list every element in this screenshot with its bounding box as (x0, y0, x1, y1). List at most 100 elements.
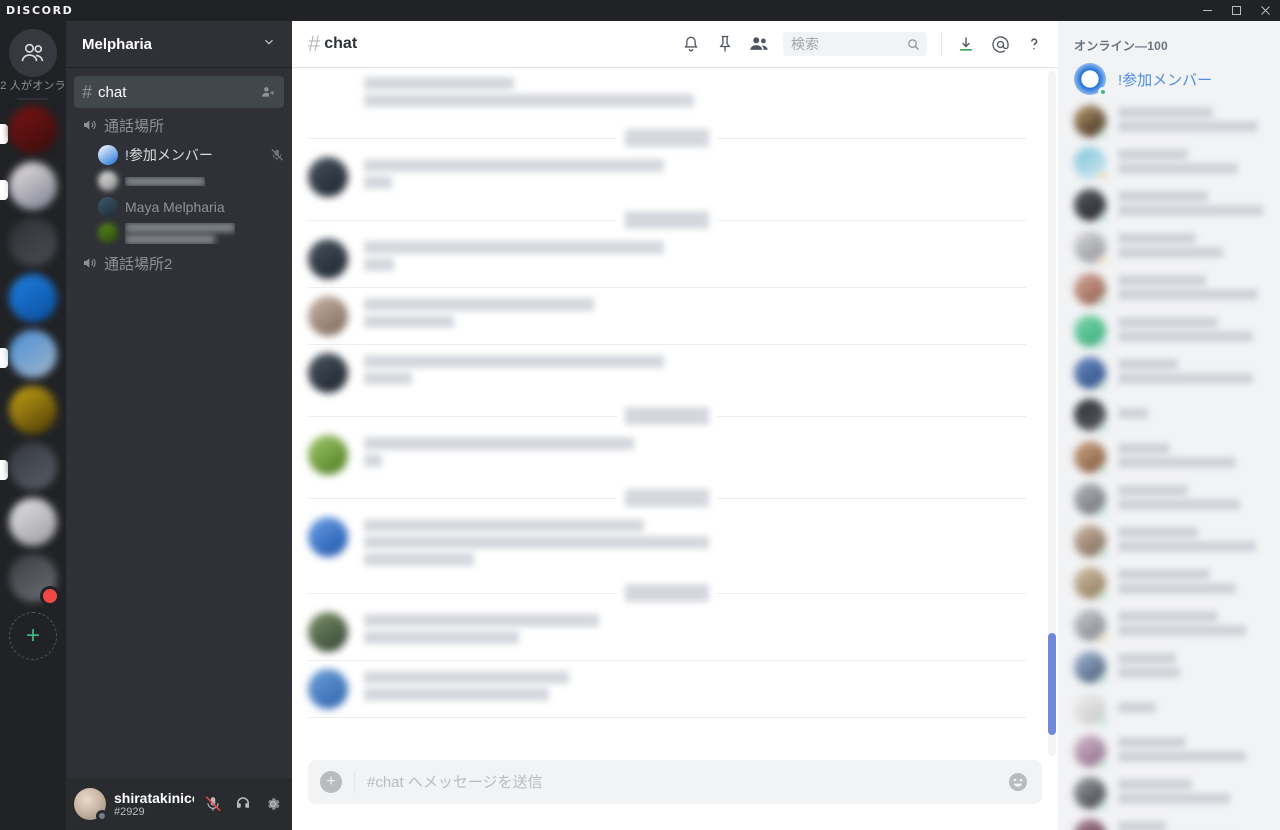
status-badge (1098, 675, 1108, 685)
user-identity[interactable]: shiratakinico2 #2929 (114, 790, 194, 819)
server-avatar[interactable] (9, 442, 57, 490)
guild-header[interactable]: Melpharia (66, 21, 292, 67)
server-rail[interactable]: 2 人がオンラ + (0, 21, 66, 830)
member-list-item[interactable] (1058, 646, 1280, 688)
member-list-item[interactable] (1058, 394, 1280, 436)
maximize-icon[interactable] (1222, 0, 1251, 21)
server-icon-5[interactable] (0, 330, 66, 386)
member-list-item[interactable] (1058, 730, 1280, 772)
avatar[interactable] (308, 669, 348, 709)
avatar[interactable] (308, 296, 348, 336)
member-list-item[interactable] (1058, 226, 1280, 268)
message-row[interactable] (292, 288, 1042, 338)
server-avatar[interactable] (9, 218, 57, 266)
message-row[interactable] (292, 661, 1042, 711)
server-icon-3[interactable] (0, 218, 66, 274)
message-row[interactable] (292, 604, 1042, 654)
member-list-item[interactable] (1058, 562, 1280, 604)
member-list-item[interactable] (1058, 268, 1280, 310)
pin-icon[interactable] (709, 28, 741, 60)
message-row[interactable] (292, 509, 1042, 572)
message-row[interactable] (292, 345, 1042, 395)
voice-participant[interactable]: Maya Melpharia (66, 194, 292, 220)
member-list-item[interactable] (1058, 310, 1280, 352)
gear-icon[interactable] (262, 791, 284, 817)
help-icon[interactable] (1018, 28, 1050, 60)
inbox-icon[interactable] (950, 28, 982, 60)
member-list-item[interactable] (1058, 604, 1280, 646)
bell-icon[interactable] (675, 28, 707, 60)
emoji-icon[interactable] (1006, 770, 1030, 794)
member-list-item[interactable] (1058, 814, 1280, 830)
message-row[interactable] (292, 427, 1042, 477)
channel-item-chat[interactable]: # chat (74, 76, 284, 108)
search-box[interactable] (783, 32, 927, 56)
avatar[interactable] (308, 435, 348, 475)
voice-participant[interactable]: !参加メンバー (66, 142, 292, 168)
server-icon-1[interactable] (0, 106, 66, 162)
minimize-icon[interactable] (1193, 0, 1222, 21)
speaker-icon (82, 255, 98, 271)
server-icon-9[interactable] (0, 554, 66, 610)
composer-box[interactable]: + (308, 760, 1042, 804)
member-list-item[interactable] (1058, 184, 1280, 226)
server-icon-2[interactable] (0, 162, 66, 218)
add-server-button[interactable]: + (9, 612, 57, 660)
voice-channel-1[interactable]: 通話場所 (74, 109, 284, 141)
server-avatar[interactable] (9, 330, 57, 378)
member-list-item[interactable] (1058, 478, 1280, 520)
scrollbar-thumb[interactable] (1048, 632, 1056, 736)
microphone-muted-icon (270, 148, 284, 162)
server-icon-8[interactable] (0, 498, 66, 554)
member-list-item[interactable] (1058, 688, 1280, 730)
search-input[interactable] (791, 36, 906, 52)
avatar[interactable] (308, 517, 348, 557)
members-icon[interactable] (743, 28, 775, 60)
avatar[interactable] (308, 157, 348, 197)
messages-scrollbar[interactable] (1048, 71, 1056, 756)
voice-participant[interactable] (66, 220, 292, 246)
avatar[interactable] (308, 239, 348, 279)
avatar[interactable] (308, 612, 348, 652)
message-row[interactable] (292, 231, 1042, 281)
avatar[interactable] (74, 788, 108, 822)
message-row[interactable] (292, 149, 1042, 199)
voice-channel-2[interactable]: 通話場所2 (74, 247, 284, 279)
status-badge (1098, 171, 1108, 181)
guild-name: Melpharia (82, 35, 153, 53)
message-row[interactable] (292, 67, 1042, 117)
server-avatar[interactable] (9, 386, 57, 434)
avatar[interactable] (308, 353, 348, 393)
message-input[interactable] (367, 773, 994, 791)
message-text-line (364, 258, 394, 271)
member-list-item[interactable] (1058, 520, 1280, 562)
search-icon[interactable] (906, 37, 921, 52)
mentions-icon[interactable] (984, 28, 1016, 60)
server-icon-4[interactable] (0, 274, 66, 330)
server-avatar[interactable] (9, 162, 57, 210)
member-list-item[interactable] (1058, 352, 1280, 394)
avatar (1074, 231, 1108, 265)
member-list-item[interactable] (1058, 100, 1280, 142)
avatar (1074, 525, 1108, 559)
voice-participant[interactable] (66, 168, 292, 194)
friends-home-icon[interactable] (9, 29, 57, 77)
chevron-down-icon[interactable] (262, 35, 276, 53)
headphones-icon[interactable] (232, 791, 254, 817)
server-icon-6[interactable] (0, 386, 66, 442)
close-icon[interactable] (1251, 0, 1280, 21)
server-icon-7[interactable] (0, 442, 66, 498)
member-list-item[interactable] (1058, 142, 1280, 184)
member-list-item[interactable] (1058, 436, 1280, 478)
microphone-muted-icon[interactable] (202, 791, 224, 817)
server-avatar[interactable] (9, 498, 57, 546)
message-separator (308, 717, 1026, 718)
attach-icon[interactable]: + (320, 771, 342, 793)
member-name (1118, 653, 1272, 681)
server-avatar[interactable] (9, 274, 57, 322)
member-list-item[interactable]: !参加メンバー (1058, 58, 1280, 100)
channel-header: # chat (292, 21, 1058, 67)
add-member-icon[interactable] (260, 84, 276, 100)
server-avatar[interactable] (9, 106, 57, 154)
member-list-item[interactable] (1058, 772, 1280, 814)
